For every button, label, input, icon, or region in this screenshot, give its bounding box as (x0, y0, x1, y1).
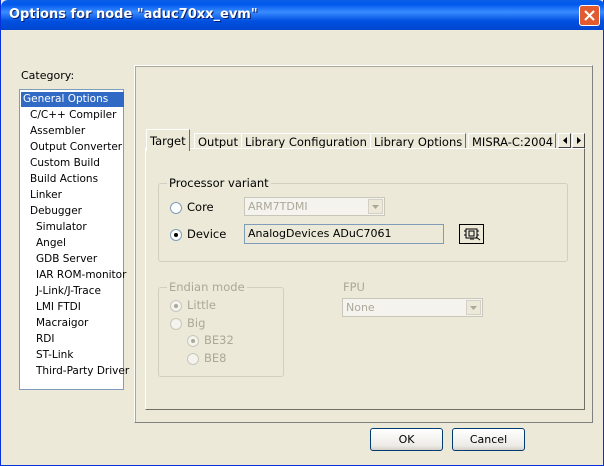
category-item-general-options[interactable]: General Options (21, 92, 124, 107)
be32-label: BE32 (204, 333, 234, 347)
core-label: Core (187, 200, 214, 214)
device-radio[interactable] (170, 229, 182, 241)
category-item-build-actions[interactable]: Build Actions (28, 172, 100, 187)
category-item-assembler[interactable]: Assembler (28, 124, 87, 139)
be32-radio[interactable] (187, 335, 199, 347)
endian-big-radio[interactable] (170, 318, 182, 330)
category-item-c-cpp-compiler[interactable]: C/C++ Compiler (28, 108, 118, 123)
category-item-rdi[interactable]: RDI (34, 332, 56, 347)
category-item-jlink-jtrace[interactable]: J-Link/J-Trace (34, 284, 103, 299)
device-field[interactable]: AnalogDevices ADuC7061 (244, 224, 444, 244)
endian-big-label: Big (187, 316, 206, 330)
tab-scroll-left-button[interactable] (558, 133, 571, 148)
category-label: Category: (21, 69, 75, 82)
core-select[interactable]: ARM7TDMI (244, 197, 385, 216)
category-item-debugger[interactable]: Debugger (28, 204, 84, 219)
fpu-label: FPU (343, 280, 365, 294)
device-browse-button[interactable] (459, 224, 484, 244)
endian-mode-title: Endian mode (167, 280, 247, 294)
core-select-dropdown[interactable] (368, 199, 383, 214)
device-list-icon (464, 228, 481, 241)
options-dialog: Options for node "aduc70xx_evm" Category… (0, 0, 604, 466)
chevron-down-icon (372, 205, 379, 209)
core-radio[interactable] (170, 202, 182, 214)
category-item-angel[interactable]: Angel (34, 236, 68, 251)
category-item-iar-rom-monitor[interactable]: IAR ROM-monitor (34, 268, 128, 283)
fpu-select[interactable]: None (342, 298, 483, 317)
endian-little-label: Little (187, 298, 216, 312)
category-item-st-link[interactable]: ST-Link (34, 348, 75, 363)
device-label: Device (187, 227, 227, 241)
cancel-button[interactable]: Cancel (452, 428, 525, 451)
chevron-down-icon (470, 306, 477, 310)
tab-target[interactable]: Target (146, 129, 190, 151)
close-button[interactable] (579, 5, 600, 26)
fpu-select-value: None (346, 301, 375, 314)
arrow-right-icon (577, 137, 581, 144)
arrow-left-icon (563, 137, 567, 144)
category-item-custom-build[interactable]: Custom Build (28, 156, 102, 171)
processor-variant-title: Processor variant (167, 176, 271, 190)
category-item-macraigor[interactable]: Macraigor (34, 316, 90, 331)
core-select-value: ARM7TDMI (248, 200, 308, 213)
tab-scroll-right-button[interactable] (572, 133, 585, 148)
processor-variant-group: Processor variant (158, 176, 568, 262)
category-list[interactable]: General Options C/C++ Compiler Assembler… (19, 89, 129, 390)
category-item-third-party-driver[interactable]: Third-Party Driver (34, 364, 131, 379)
title-bar[interactable]: Options for node "aduc70xx_evm" (1, 0, 604, 30)
category-item-gdb-server[interactable]: GDB Server (34, 252, 99, 267)
ok-button[interactable]: OK (370, 428, 443, 451)
category-item-simulator[interactable]: Simulator (34, 220, 89, 235)
category-item-output-converter[interactable]: Output Converter (28, 140, 124, 155)
fpu-select-dropdown[interactable] (466, 300, 481, 315)
endian-little-radio[interactable] (170, 300, 182, 312)
category-item-lmi-ftdi[interactable]: LMI FTDI (34, 300, 83, 315)
category-item-linker[interactable]: Linker (28, 188, 64, 203)
be8-label: BE8 (204, 351, 227, 365)
be8-radio[interactable] (187, 353, 199, 365)
close-icon (584, 10, 595, 21)
window-title: Options for node "aduc70xx_evm" (9, 7, 258, 22)
